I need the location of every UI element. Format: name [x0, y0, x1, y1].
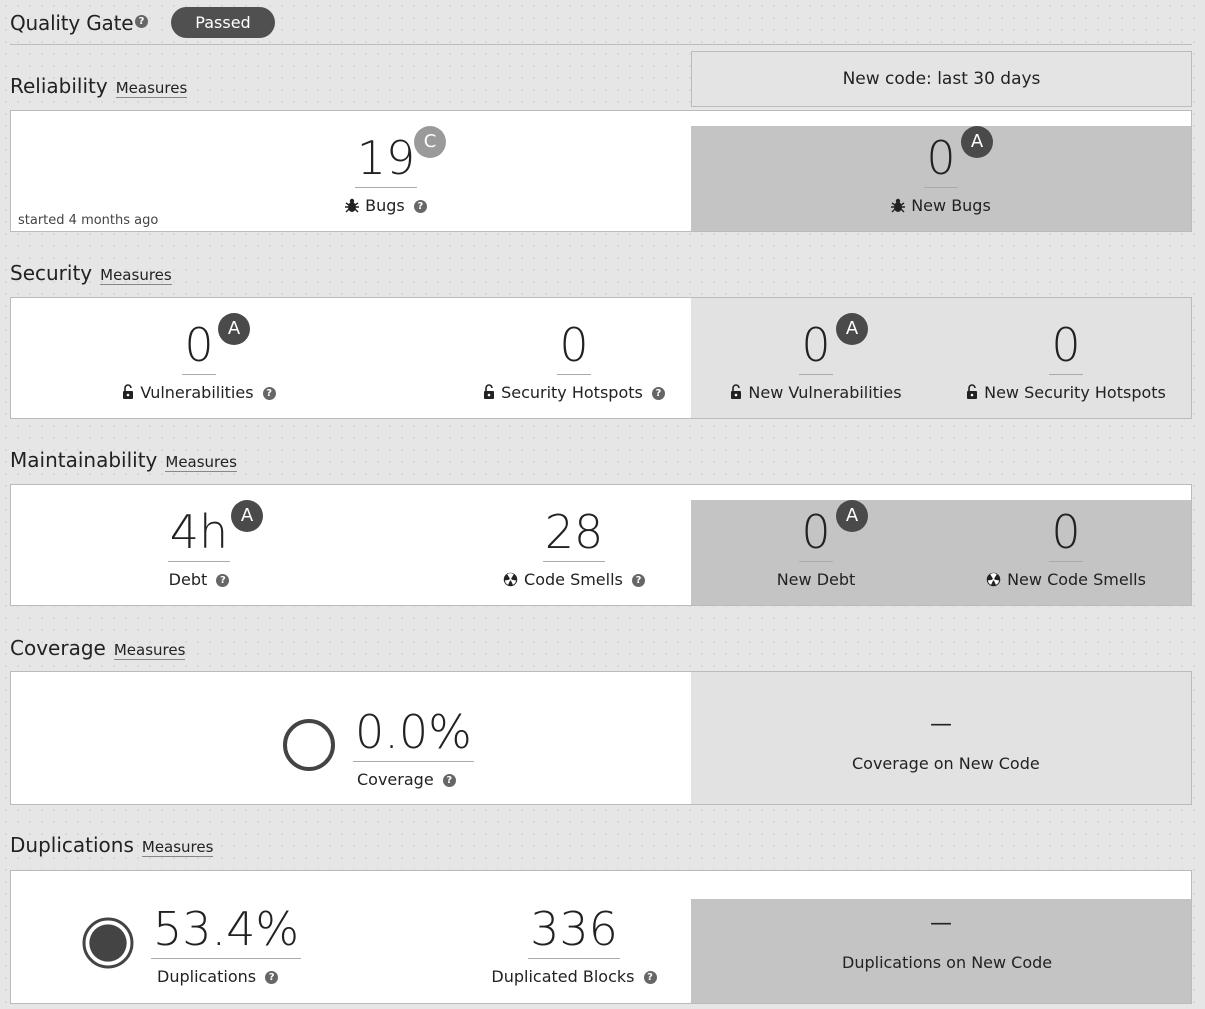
new-code-period: New code: last 30 days — [691, 51, 1192, 107]
new-code-smells-label: New Code Smells — [976, 570, 1156, 589]
new-debt-rating[interactable]: A — [836, 500, 868, 532]
maintainability-section-header: Maintainability Measures — [10, 448, 237, 472]
code-smell-icon — [503, 572, 518, 587]
unlock-icon — [484, 384, 495, 399]
help-icon[interactable]: ? — [643, 971, 657, 984]
code-smells-label: Code Smells ? — [484, 570, 664, 589]
help-icon[interactable]: ? — [262, 387, 276, 400]
bugs-value[interactable]: 19 — [354, 133, 418, 188]
coverage-value[interactable]: 0.0% — [353, 707, 474, 762]
debt-value[interactable]: 4h — [167, 507, 231, 562]
section-title: Reliability — [10, 74, 108, 98]
bug-icon — [345, 198, 360, 213]
unlock-icon — [967, 384, 978, 399]
new-bugs-label: New Bugs — [871, 196, 1011, 215]
new-debt-value[interactable]: 0 — [799, 507, 833, 562]
duplicated-blocks-value[interactable]: 336 — [528, 904, 620, 959]
coverage-measures-link[interactable]: Measures — [113, 641, 186, 660]
help-icon[interactable]: ? — [216, 574, 230, 587]
security-hotspots-value[interactable]: 0 — [557, 320, 591, 375]
code-smell-icon — [986, 572, 1001, 587]
security-hotspots-metric[interactable]: 0 Security Hotspots ? — [464, 320, 684, 402]
security-measures-link[interactable]: Measures — [100, 266, 172, 285]
help-icon[interactable]: ? — [631, 574, 645, 587]
new-bugs-rating[interactable]: A — [961, 126, 993, 158]
section-title: Duplications — [10, 833, 134, 857]
new-duplications-label: Duplications on New Code — [842, 953, 1053, 972]
coverage-card: 0.0% Coverage ? — Coverage on New Code — [10, 671, 1192, 805]
duplications-value[interactable]: 53.4% — [151, 904, 302, 959]
duplicated-blocks-label: Duplicated Blocks ? — [484, 967, 664, 986]
unlock-icon — [731, 384, 742, 399]
new-vulnerabilities-value[interactable]: 0 — [799, 320, 833, 375]
section-title: Maintainability — [10, 448, 158, 472]
new-vulnerabilities-rating[interactable]: A — [836, 313, 868, 345]
new-bugs-value[interactable]: 0 — [924, 133, 958, 188]
duplications-measures-link[interactable]: Measures — [141, 838, 214, 857]
section-title: Coverage — [10, 636, 106, 660]
help-icon[interactable]: ? — [265, 971, 279, 984]
code-smells-value[interactable]: 28 — [542, 507, 606, 562]
maintainability-card: 4h Debt ? A 28 Code Smells ? 0 New Debt … — [10, 484, 1192, 606]
vulnerabilities-value[interactable]: 0 — [182, 320, 216, 375]
new-debt-label: New Debt — [776, 570, 856, 589]
debt-label: Debt ? — [129, 570, 269, 589]
debt-rating[interactable]: A — [231, 500, 263, 532]
new-vulnerabilities-metric[interactable]: 0 New Vulnerabilities — [716, 320, 916, 402]
quality-gate-status-badge: Passed — [171, 7, 275, 38]
duplications-card: 53.4% Duplications ? 336 Duplicated Bloc… — [10, 870, 1192, 1004]
bug-icon — [891, 198, 906, 213]
help-icon[interactable]: ? — [651, 387, 665, 400]
new-code-smells-value[interactable]: 0 — [1049, 507, 1083, 562]
vulnerabilities-label: Vulnerabilities ? — [99, 383, 299, 402]
reliability-measures-link[interactable]: Measures — [115, 79, 188, 98]
new-duplications-value[interactable]: — — [930, 911, 952, 936]
duplications-section-header: Duplications Measures — [10, 833, 214, 857]
help-icon[interactable]: ? — [135, 15, 148, 28]
started-text: started 4 months ago — [18, 213, 159, 228]
new-coverage-value[interactable]: — — [930, 712, 952, 737]
reliability-card: 19 Bugs ? C started 4 months ago 0 New B… — [10, 110, 1192, 232]
security-hotspots-label: Security Hotspots ? — [464, 383, 684, 402]
duplications-metric[interactable]: 53.4% Duplications ? — [151, 904, 302, 986]
new-code-smells-metric[interactable]: 0 New Code Smells — [976, 507, 1156, 589]
new-security-hotspots-value[interactable]: 0 — [1049, 320, 1083, 375]
security-section-header: Security Measures — [10, 261, 172, 285]
new-security-hotspots-metric[interactable]: 0 New Security Hotspots — [956, 320, 1176, 402]
coverage-section-header: Coverage Measures — [10, 636, 186, 660]
duplications-fill — [89, 924, 127, 962]
unlock-icon — [123, 384, 134, 399]
duplications-indicator — [82, 917, 134, 969]
new-security-hotspots-label: New Security Hotspots — [956, 383, 1176, 402]
security-card: 0 Vulnerabilities ? A 0 Security Hotspot… — [10, 297, 1192, 419]
project-overview: Quality Gate ? Passed Reliability Measure… — [0, 0, 1205, 1009]
duplications-label: Duplications ? — [151, 967, 281, 986]
bugs-rating[interactable]: C — [414, 126, 446, 158]
reliability-section-header: Reliability Measures — [10, 74, 188, 98]
vulnerabilities-metric[interactable]: 0 Vulnerabilities ? — [99, 320, 299, 402]
code-smells-metric[interactable]: 28 Code Smells ? — [484, 507, 664, 589]
duplicated-blocks-metric[interactable]: 336 Duplicated Blocks ? — [484, 904, 664, 986]
divider — [10, 44, 1192, 45]
vulnerabilities-rating[interactable]: A — [218, 313, 250, 345]
new-coverage-label: Coverage on New Code — [852, 754, 1040, 773]
coverage-donut-chart — [283, 719, 335, 771]
quality-gate-title: Quality Gate — [10, 11, 134, 35]
section-title: Security — [10, 261, 93, 285]
maintainability-measures-link[interactable]: Measures — [165, 453, 237, 472]
help-icon[interactable]: ? — [442, 774, 456, 787]
new-code-panel — [691, 672, 1191, 804]
coverage-label: Coverage ? — [353, 770, 456, 789]
coverage-metric[interactable]: 0.0% Coverage ? — [353, 707, 474, 789]
bugs-label: Bugs ? — [336, 196, 436, 215]
new-vulnerabilities-label: New Vulnerabilities — [716, 383, 916, 402]
help-icon[interactable]: ? — [413, 200, 427, 213]
